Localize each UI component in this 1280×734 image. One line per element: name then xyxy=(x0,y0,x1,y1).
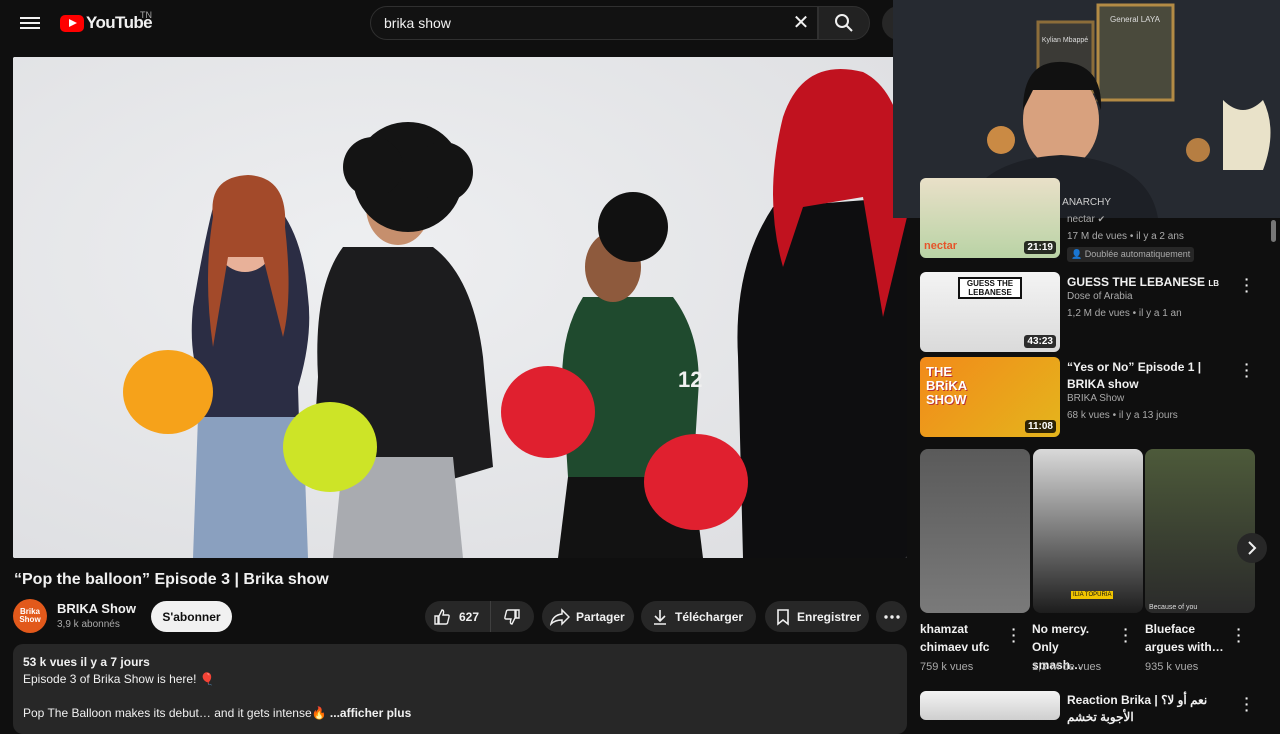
thumbs-up-icon xyxy=(434,608,450,625)
like-button[interactable]: 627 xyxy=(425,601,491,632)
short-thumbnail-text: ILIA TOPURIA xyxy=(1071,591,1114,599)
thumbs-down-icon xyxy=(504,608,520,625)
video-player[interactable]: 12 xyxy=(13,57,907,558)
recommendation-item[interactable]: nectar 21:19 nectar ✔ 17 M de vues • il … xyxy=(920,178,1260,262)
search-icon xyxy=(835,14,853,32)
sidebar-scrollbar[interactable] xyxy=(1271,220,1276,242)
video-title: Reaction Brika | نعم أو لا؟ الأجوبة تخشم xyxy=(1067,693,1208,724)
video-title: “Pop the balloon” Episode 3 | Brika show xyxy=(14,571,329,588)
search-value: brika show xyxy=(384,15,451,31)
video-duration: 43:23 xyxy=(1024,335,1056,348)
more-options-icon[interactable]: · · · xyxy=(1242,272,1252,298)
share-label: Partager xyxy=(576,609,625,624)
like-dislike-group: 627 xyxy=(425,601,534,632)
video-duration: 11:08 xyxy=(1024,420,1056,433)
more-options-icon[interactable]: · · · xyxy=(1242,357,1252,383)
more-options-icon[interactable]: · · · xyxy=(1009,622,1019,648)
dislike-button[interactable] xyxy=(491,601,533,632)
download-label: Télécharger xyxy=(675,609,744,624)
menu-icon[interactable] xyxy=(20,14,40,32)
save-button[interactable]: Enregistrer xyxy=(765,601,869,632)
channel-name: nectar ✔ xyxy=(1067,214,1106,225)
next-shorts-button[interactable] xyxy=(1237,533,1267,563)
channel-avatar-text: Brika Show xyxy=(19,607,41,624)
video-meta: 17 M de vues • il y a 2 ans xyxy=(1067,231,1184,242)
short-thumbnail[interactable] xyxy=(920,449,1030,613)
recommendation-item[interactable]: Reaction Brika | نعم أو لا؟ الأجوبة تخشم… xyxy=(920,691,1260,724)
channel-name[interactable]: BRIKA Show xyxy=(57,601,136,616)
subscriber-count: 3,9 k abonnés xyxy=(57,619,120,630)
short-thumbnail-text: Because of you xyxy=(1149,604,1198,611)
poster-1-label: Kylian Mbappé xyxy=(1042,37,1088,44)
thumbnail-text: nectar xyxy=(924,240,958,252)
video-title: “Yes or No” Episode 1 | BRIKA show xyxy=(1067,360,1202,391)
recommendation-item[interactable]: GUESS THE LEBANESE 43:23 GUESS THE LEBAN… xyxy=(920,272,1260,352)
chevron-right-icon xyxy=(1248,541,1257,555)
more-horizontal-icon xyxy=(883,614,900,619)
youtube-play-icon xyxy=(60,14,84,32)
dubbed-badge: 👤 Doublée automatiquement xyxy=(1067,247,1195,262)
thumbnail-text: GUESS THE LEBANESE xyxy=(958,277,1022,299)
video-thumbnail: nectar 21:19 xyxy=(920,178,1060,258)
more-options-icon[interactable]: · · · xyxy=(1121,622,1131,648)
youtube-logo[interactable]: YouTube xyxy=(60,12,153,34)
more-actions-button[interactable] xyxy=(876,601,907,632)
more-options-icon[interactable]: · · · xyxy=(1234,622,1244,648)
show-more-link[interactable]: ...afficher plus xyxy=(330,706,411,720)
save-label: Enregistrer xyxy=(797,609,862,624)
view-stats: 53 k vues il y a 7 jours xyxy=(23,655,150,669)
search-input[interactable]: brika show xyxy=(370,6,818,40)
video-frame-illustration: 12 xyxy=(123,69,907,558)
description-line-1: Episode 3 of Brika Show is here! 🎈 xyxy=(23,672,215,686)
video-meta: 68 k vues • il y a 13 jours xyxy=(1067,410,1178,421)
recommendation-item[interactable]: THE BRiKA SHOW 11:08 “Yes or No” Episode… xyxy=(920,357,1260,437)
clear-search-icon[interactable]: ✕ xyxy=(790,12,812,34)
video-thumbnail: THE BRiKA SHOW 11:08 xyxy=(920,357,1060,437)
short-views: 935 k vues xyxy=(1145,661,1199,673)
country-code: TN xyxy=(140,10,152,20)
bookmark-icon xyxy=(777,608,789,626)
svg-text:12: 12 xyxy=(678,367,702,392)
more-options-icon[interactable]: · · · xyxy=(1242,691,1252,717)
short-views: 1,3 M de vues xyxy=(1032,661,1102,673)
short-title[interactable]: khamzat chimaev ufc xyxy=(920,620,1000,656)
verified-icon: ✔ xyxy=(1097,214,1106,224)
short-views: 759 k vues xyxy=(920,661,974,673)
channel-name: BRIKA Show xyxy=(1067,393,1125,404)
video-thumbnail: GUESS THE LEBANESE 43:23 xyxy=(920,272,1060,352)
short-title[interactable]: Blueface argues with… xyxy=(1145,620,1225,656)
video-thumbnail xyxy=(920,691,1060,720)
video-title: GUESS THE LEBANESE LB xyxy=(1067,275,1220,289)
search-button[interactable] xyxy=(818,6,870,40)
poster-2-label: General LAYA xyxy=(1110,15,1161,24)
short-thumbnail[interactable]: Because of you xyxy=(1145,449,1255,613)
share-icon xyxy=(550,607,570,626)
like-count: 627 xyxy=(459,609,480,624)
download-button[interactable]: Télécharger xyxy=(641,601,756,632)
download-icon xyxy=(654,609,666,625)
channel-avatar[interactable]: Brika Show xyxy=(13,599,47,633)
thumbnail-text: THE BRiKA SHOW xyxy=(926,364,967,407)
subscribe-button[interactable]: S'abonner xyxy=(151,601,232,632)
video-duration: 21:19 xyxy=(1024,241,1056,254)
description-line-2: Pop The Balloon makes its debut… and it … xyxy=(23,706,330,720)
channel-name: Dose of Arabia xyxy=(1067,291,1133,302)
share-button[interactable]: Partager xyxy=(542,601,634,632)
short-thumbnail[interactable]: ILIA TOPURIA xyxy=(1033,449,1143,613)
video-meta: 1,2 M de vues • il y a 1 an xyxy=(1067,308,1182,319)
description-box[interactable]: 53 k vues il y a 7 jours Episode 3 of Br… xyxy=(13,644,907,734)
